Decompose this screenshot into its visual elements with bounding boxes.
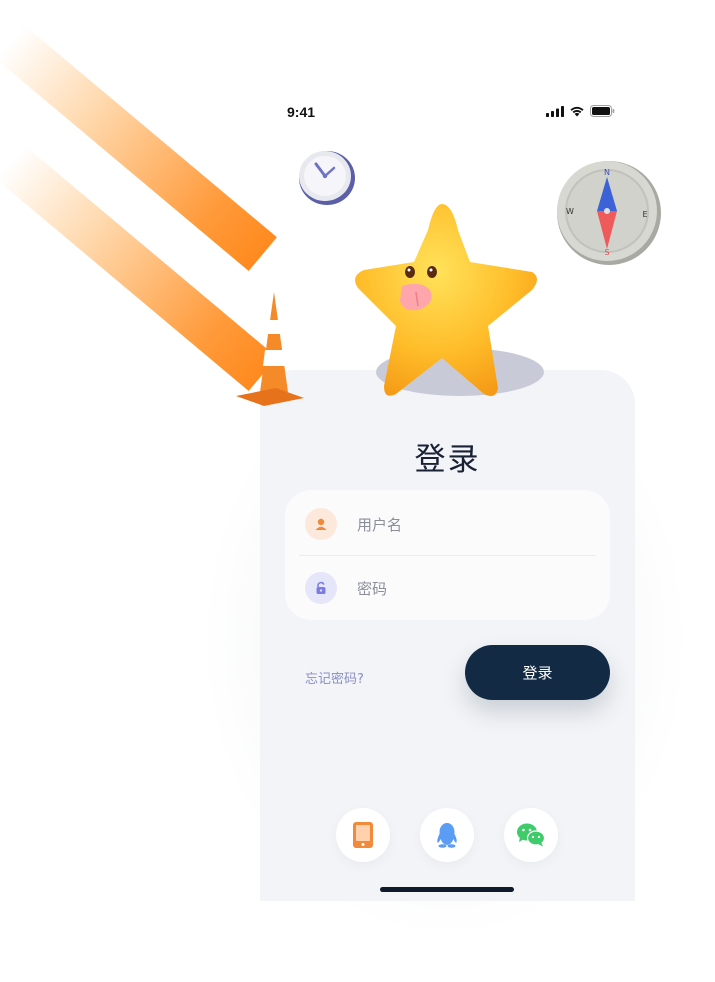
battery-icon	[590, 105, 615, 117]
clock-icon	[299, 151, 355, 205]
wechat-login-button[interactable]	[504, 808, 558, 862]
svg-text:N: N	[604, 168, 610, 177]
qq-penguin-icon	[437, 823, 457, 848]
login-card: 登录 忘记密码? 登录	[260, 370, 635, 901]
svg-text:W: W	[566, 207, 574, 216]
phone-login-button[interactable]	[336, 808, 390, 862]
forgot-password-link[interactable]: 忘记密码?	[305, 668, 364, 687]
username-field	[285, 492, 610, 556]
svg-text:E: E	[642, 210, 647, 219]
login-button[interactable]: 登录	[465, 645, 610, 700]
status-time: 9:41	[287, 104, 316, 120]
star-mascot-icon	[355, 204, 544, 396]
password-field	[285, 556, 610, 620]
status-icons	[546, 105, 615, 117]
cellular-signal-icon	[546, 105, 564, 117]
unlock-icon	[305, 572, 337, 604]
qq-login-button[interactable]	[420, 808, 474, 862]
wifi-icon	[570, 106, 584, 117]
password-input[interactable]	[357, 576, 587, 602]
traffic-cone-icon	[236, 292, 304, 406]
phone-icon	[353, 822, 373, 848]
username-input[interactable]	[357, 512, 587, 538]
page-title: 登录	[414, 442, 481, 478]
status-bar: 9:41	[260, 100, 635, 126]
compass-icon: N S W E	[557, 161, 661, 265]
decorative-stripe	[0, 25, 277, 271]
login-form	[285, 490, 610, 620]
wechat-icon	[517, 823, 546, 847]
home-indicator	[380, 887, 514, 892]
svg-text:S: S	[604, 248, 609, 257]
user-icon	[305, 508, 337, 540]
